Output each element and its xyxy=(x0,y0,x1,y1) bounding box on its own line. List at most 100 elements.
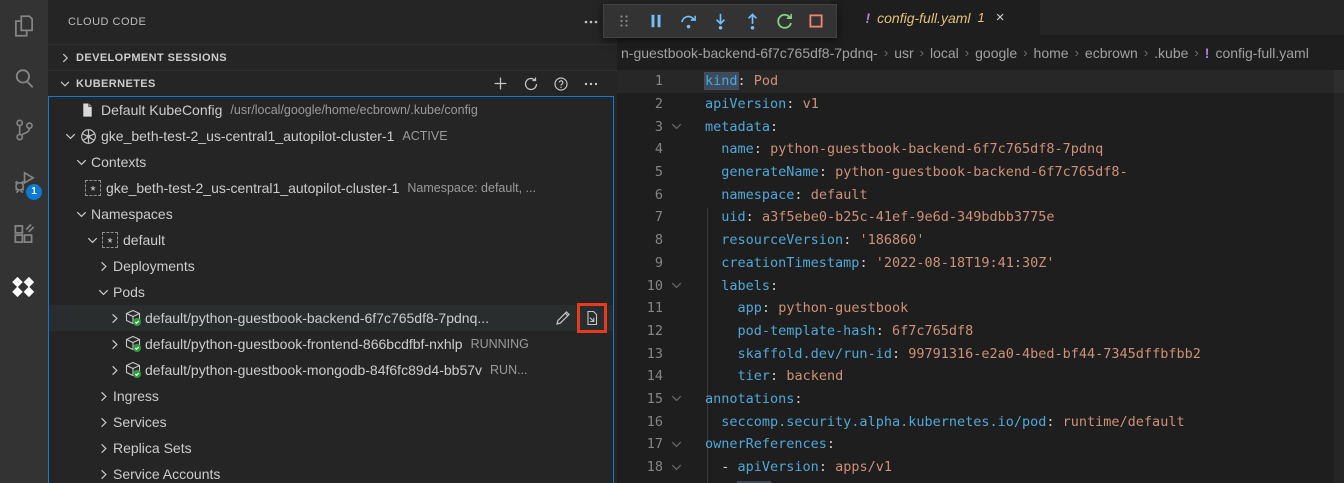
debug-badge: 1 xyxy=(26,184,42,200)
tree-item-gke-beth-test-2-us-central1-autopilot-cl[interactable]: *gke_beth-test-2_us-central1_autopilot-c… xyxy=(49,175,613,201)
section-kubernetes[interactable]: KUBERNETES xyxy=(48,70,617,96)
help-icon[interactable] xyxy=(553,76,569,92)
tree-item-namespaces[interactable]: Namespaces xyxy=(49,201,613,227)
code-line-6: 6 namespace: default xyxy=(617,183,1344,206)
kubernetes-tree: Default KubeConfig/usr/local/google/home… xyxy=(48,96,614,483)
chevron-down-icon[interactable] xyxy=(96,285,113,300)
breadcrumb-item-filename[interactable]: config-full.yaml xyxy=(1215,45,1308,61)
editor-scrollbar[interactable] xyxy=(1334,70,1344,483)
tree-item-default-python-guestbook-mongodb-84f6fc8[interactable]: default/python-guestbook-mongodb-84f6fc8… xyxy=(49,357,613,383)
tree-item-label: Default KubeConfig xyxy=(101,102,222,118)
tree-item-description: /usr/local/google/home/ecbrown/.kube/con… xyxy=(230,103,477,117)
tab-badge: 1 xyxy=(978,10,985,25)
run-and-debug-icon[interactable]: 1 xyxy=(0,156,48,208)
breadcrumb-item[interactable]: usr xyxy=(894,45,913,61)
search-icon[interactable] xyxy=(0,52,48,104)
chevron-down-icon[interactable] xyxy=(85,233,102,248)
chevron-right-icon[interactable] xyxy=(96,441,113,456)
fold-chevron-icon[interactable] xyxy=(663,119,689,134)
more-actions-icon[interactable] xyxy=(583,76,599,92)
pod-icon xyxy=(124,361,145,379)
edit-pencil-icon[interactable] xyxy=(555,310,571,326)
breadcrumb-item[interactable]: ecbrown xyxy=(1085,45,1138,61)
line-number: 14 xyxy=(617,368,663,384)
vscode-window: 1 CLOUD CODE xyxy=(0,0,1344,483)
code-line-5: 5 generateName: python-guestbook-backend… xyxy=(617,161,1344,184)
tree-item-services[interactable]: Services xyxy=(49,409,613,435)
open-yaml-icon[interactable] xyxy=(584,310,600,326)
chevron-right-icon[interactable] xyxy=(107,337,124,352)
breadcrumb-item[interactable]: .kube xyxy=(1154,45,1188,61)
line-number: 15 xyxy=(617,391,663,407)
code-line-13: 13 skaffold.dev/run-id: 99791316-e2a0-4b… xyxy=(617,342,1344,365)
chevron-down-icon[interactable] xyxy=(74,155,91,170)
fold-chevron-icon[interactable] xyxy=(663,278,689,293)
chevron-right-icon[interactable] xyxy=(96,415,113,430)
fold-chevron-icon[interactable] xyxy=(663,460,689,475)
close-icon[interactable]: × xyxy=(996,9,1005,26)
refresh-icon[interactable] xyxy=(523,76,539,92)
line-number: 7 xyxy=(617,209,663,225)
fold-chevron-icon[interactable] xyxy=(663,391,689,406)
source-control-icon[interactable] xyxy=(0,104,48,156)
chevron-right-icon[interactable] xyxy=(96,467,113,482)
chevron-right-icon[interactable] xyxy=(96,259,113,274)
line-number: 1 xyxy=(617,73,663,89)
annotation-highlight-box xyxy=(577,303,607,333)
tree-item-pods[interactable]: Pods xyxy=(49,279,613,305)
file-icon xyxy=(80,102,101,118)
code-line-12: 12 pod-template-hash: 6f7c765df8 xyxy=(617,320,1344,343)
line-number: 11 xyxy=(617,300,663,316)
code-line-4: 4 name: python-guestbook-backend-6f7c765… xyxy=(617,138,1344,161)
tree-item-default-python-guestbook-frontend-866bcd[interactable]: default/python-guestbook-frontend-866bcd… xyxy=(49,331,613,357)
line-number: 3 xyxy=(617,119,663,135)
line-number: 6 xyxy=(617,187,663,203)
add-icon[interactable] xyxy=(492,75,509,92)
pod-icon xyxy=(124,335,145,353)
chevron-down-icon[interactable] xyxy=(74,207,91,222)
chevron-down-icon[interactable] xyxy=(63,129,80,144)
debug-toolbar xyxy=(603,4,837,38)
step-out-icon[interactable] xyxy=(738,7,766,35)
tab-filename: config-full.yaml xyxy=(877,10,970,26)
extensions-icon[interactable] xyxy=(0,208,48,260)
tree-item-replica-sets[interactable]: Replica Sets xyxy=(49,435,613,461)
more-actions-icon[interactable] xyxy=(583,14,599,30)
code-line-19: 19 kind: xyxy=(617,478,1344,483)
tree-item-default[interactable]: *default xyxy=(49,227,613,253)
chevron-right-icon[interactable] xyxy=(96,389,113,404)
tree-item-default-python-guestbook-backend-6f7c765[interactable]: default/python-guestbook-backend-6f7c765… xyxy=(49,305,613,331)
code-line-17: 17ownerReferences: xyxy=(617,433,1344,456)
tree-item-service-accounts[interactable]: Service Accounts xyxy=(49,461,613,483)
tree-item-description: RUN... xyxy=(490,363,528,377)
cloud-code-icon[interactable] xyxy=(0,260,48,312)
star-context-icon: * xyxy=(85,180,106,196)
pause-icon[interactable] xyxy=(642,7,670,35)
panel-title: CLOUD CODE xyxy=(68,16,583,28)
tree-item-ingress[interactable]: Ingress xyxy=(49,383,613,409)
tree-item-contexts[interactable]: Contexts xyxy=(49,149,613,175)
code-editor[interactable]: 1kind: Pod2apiVersion: v13metadata:4 nam… xyxy=(617,70,1344,483)
tab-config-full-yaml[interactable]: ! config-full.yaml 1 × xyxy=(830,0,1040,35)
restart-icon[interactable] xyxy=(770,7,798,35)
tree-item-gke-beth-test-2-us-central1-autopilot-cl[interactable]: gke_beth-test-2_us-central1_autopilot-cl… xyxy=(49,123,613,149)
code-line-8: 8 resourceVersion: '186860' xyxy=(617,229,1344,252)
step-into-icon[interactable] xyxy=(706,7,734,35)
chevron-right-icon[interactable] xyxy=(107,311,124,326)
section-development-sessions[interactable]: DEVELOPMENT SESSIONS xyxy=(48,44,617,70)
chevron-right-icon[interactable] xyxy=(107,363,124,378)
breadcrumb-item[interactable]: n-guestbook-backend-6f7c765df8-7pdnq- xyxy=(621,45,878,61)
breadcrumb-item[interactable]: home xyxy=(1034,45,1069,61)
fold-chevron-icon[interactable] xyxy=(663,437,689,452)
breadcrumb-item[interactable]: local xyxy=(930,45,959,61)
code-line-14: 14 tier: backend xyxy=(617,365,1344,388)
explorer-icon[interactable] xyxy=(0,0,48,52)
step-over-icon[interactable] xyxy=(674,7,702,35)
stop-icon[interactable] xyxy=(802,7,830,35)
pod-icon xyxy=(124,309,145,327)
breadcrumb-item[interactable]: google xyxy=(975,45,1017,61)
breadcrumb: n-guestbook-backend-6f7c765df8-7pdnq-›us… xyxy=(617,35,1344,70)
tree-item-deployments[interactable]: Deployments xyxy=(49,253,613,279)
tree-item-default-kubeconfig[interactable]: Default KubeConfig/usr/local/google/home… xyxy=(49,97,613,123)
drag-handle-icon[interactable] xyxy=(610,7,638,35)
